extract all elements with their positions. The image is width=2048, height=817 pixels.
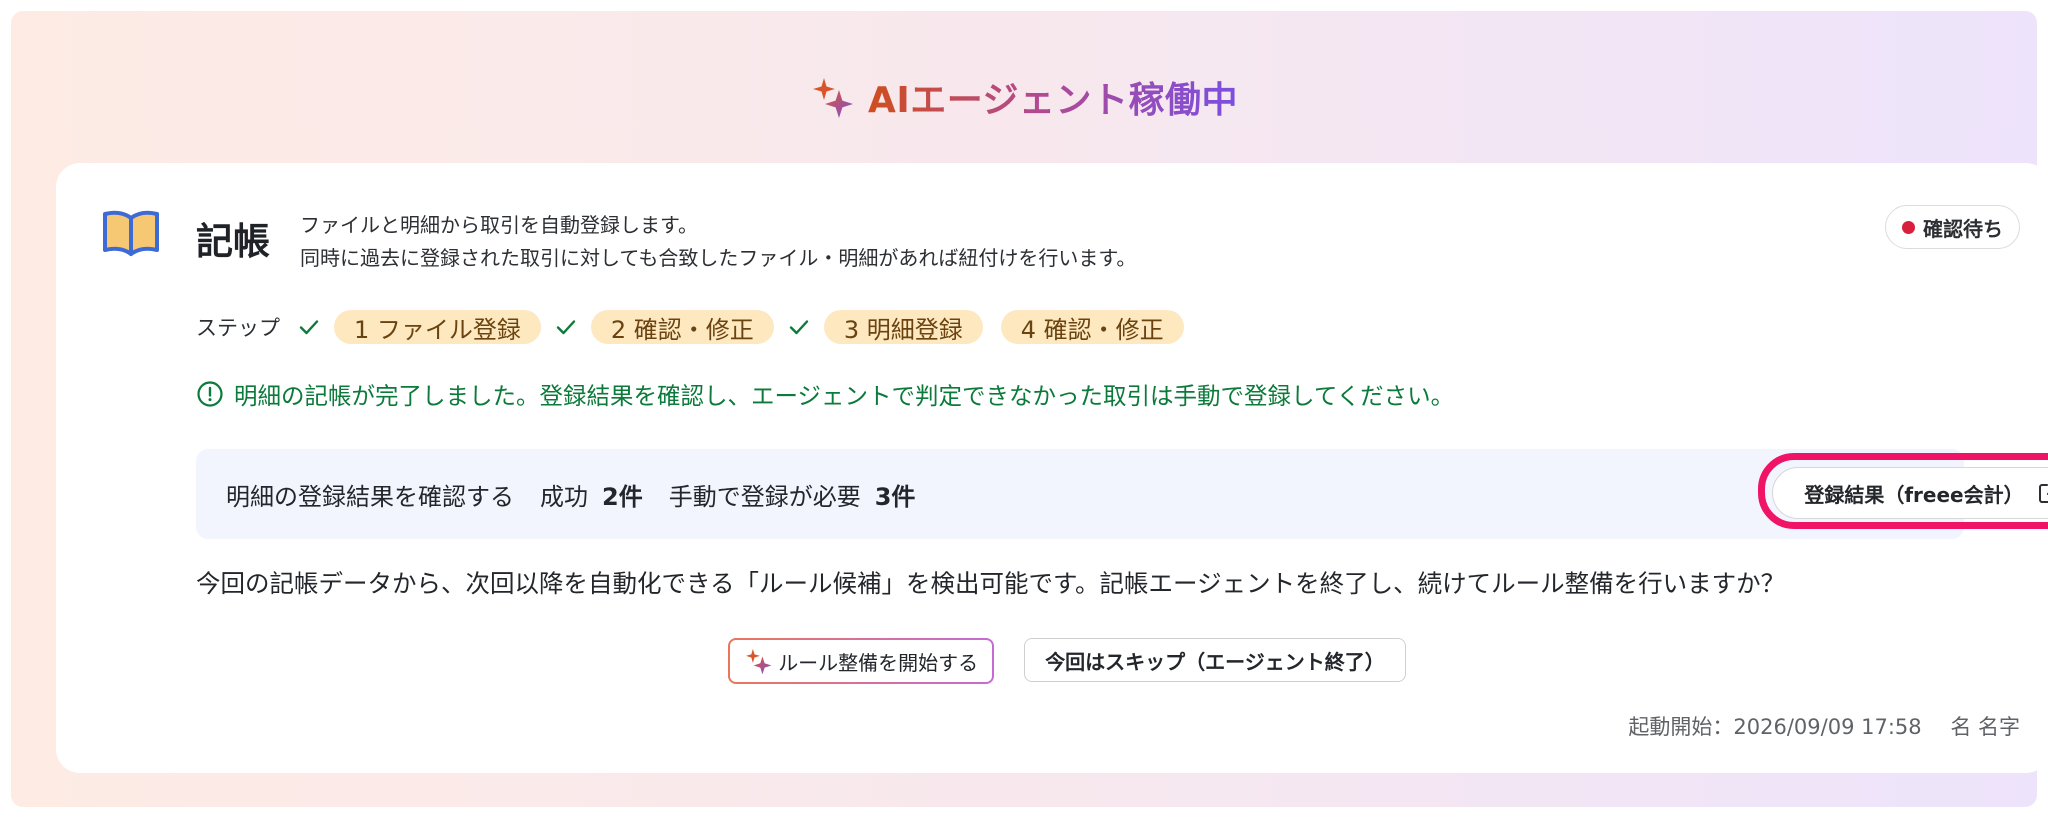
result-lead: 明細の登録結果を確認する bbox=[226, 482, 514, 511]
description-line: ファイルと明細から取引を自動登録します。 bbox=[300, 213, 698, 237]
run-meta: 起動開始：2026/09/09 17:58 名 名字 bbox=[1628, 711, 2020, 741]
action-buttons: ルール整備を開始する 今回はスキップ（エージェント終了） bbox=[56, 638, 2048, 684]
header-title: AIエージェント稼働中 bbox=[868, 71, 1238, 123]
manual-count: 3件 bbox=[874, 482, 916, 511]
book-icon bbox=[103, 210, 159, 256]
open-results-button[interactable]: 登録結果（freee会計） bbox=[1772, 467, 2048, 519]
skip-button[interactable]: 今回はスキップ（エージェント終了） bbox=[1024, 638, 1406, 682]
success-count: 2件 bbox=[602, 482, 643, 511]
alert-circle-icon bbox=[197, 381, 223, 407]
completion-notice: 明細の記帳が完了しました。登録結果を確認し、エージェントで判定できなかった取引は… bbox=[196, 377, 1454, 411]
start-rule-button[interactable]: ルール整備を開始する bbox=[728, 638, 994, 684]
check-icon bbox=[789, 320, 809, 335]
agent-panel: AIエージェント稼働中 記帳 ファイルと明細から取引を自動登録します。 同時に過… bbox=[11, 11, 2048, 807]
step-pill: 2 確認・修正 bbox=[590, 310, 774, 344]
card-title: 記帳 bbox=[196, 220, 270, 263]
check-icon bbox=[556, 320, 576, 335]
card-description: ファイルと明細から取引を自動登録します。 同時に過去に登録された取引に対しても合… bbox=[300, 209, 1136, 275]
status-badge-label: 確認待ち bbox=[1923, 216, 2003, 241]
step-pill: 1 ファイル登録 bbox=[334, 310, 541, 344]
notice-text: 明細の記帳が完了しました。登録結果を確認し、エージェントで判定できなかった取引は… bbox=[234, 382, 1455, 410]
step-pill-current: 4 確認・修正 bbox=[1000, 310, 1184, 344]
result-summary-text: 明細の登録結果を確認する 成功 2件 手動で登録が必要 3件 bbox=[226, 449, 915, 539]
step-pill: 3 明細登録 bbox=[823, 310, 983, 344]
steps-label: ステップ bbox=[196, 316, 280, 340]
check-icon bbox=[299, 320, 319, 335]
status-dot bbox=[1902, 220, 1915, 234]
manual-label: 手動で登録が必要 bbox=[668, 482, 861, 511]
start-time: 起動開始：2026/09/09 17:58 bbox=[1628, 715, 1922, 739]
skip-label: 今回はスキップ（エージェント終了） bbox=[1045, 649, 1385, 674]
external-link-icon bbox=[2038, 484, 2048, 503]
sparkle-icon bbox=[812, 78, 853, 118]
description-line: 同時に過去に登録された取引に対しても合致したファイル・明細があれば紐付けを行いま… bbox=[300, 246, 1137, 270]
user-name: 名 名字 bbox=[1950, 715, 2020, 739]
open-results-label: 登録結果（freee会計） bbox=[1804, 482, 2024, 507]
status-badge: 確認待ち bbox=[1885, 205, 2020, 249]
rule-question: 今回の記帳データから、次回以降を自動化できる「ルール候補」を検出可能です。記帳エ… bbox=[196, 569, 1786, 598]
result-summary: 明細の登録結果を確認する 成功 2件 手動で登録が必要 3件 登録結果（free… bbox=[196, 449, 2048, 539]
step-indicator: ステップ 1 ファイル登録 2 確認・修正 3 明細登録 4 確認・修正 bbox=[196, 309, 1184, 345]
panel-header: AIエージェント稼働中 bbox=[11, 69, 2037, 125]
start-rule-label: ルール整備を開始する bbox=[778, 650, 979, 675]
bookkeeping-card: 記帳 ファイルと明細から取引を自動登録します。 同時に過去に登録された取引に対し… bbox=[56, 163, 2048, 773]
sparkle-icon bbox=[746, 648, 772, 675]
success-label: 成功 bbox=[540, 482, 588, 511]
